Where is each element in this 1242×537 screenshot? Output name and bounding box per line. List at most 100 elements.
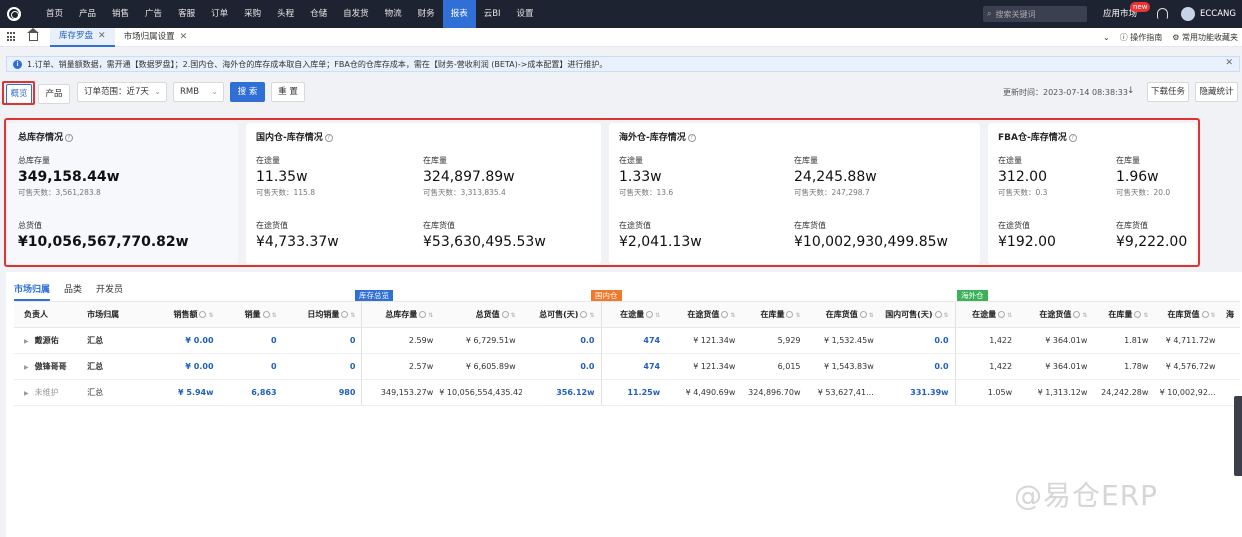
sort-icon[interactable]: ⇅ bbox=[511, 312, 516, 319]
sort-icon[interactable]: ⇅ bbox=[1082, 312, 1087, 319]
menu-item[interactable]: 产品 bbox=[71, 0, 104, 28]
tab-category[interactable]: 品类 bbox=[64, 282, 82, 301]
hide-stats-button[interactable]: 隐藏统计 bbox=[1195, 82, 1238, 102]
username[interactable]: ECCANG bbox=[1200, 0, 1236, 28]
help-icon[interactable] bbox=[262, 311, 270, 318]
support-headset-icon[interactable] bbox=[1157, 8, 1168, 19]
tab-market-settings[interactable]: 市场归属设置 ✕ bbox=[115, 28, 197, 47]
column-header[interactable]: 在库量 ⇅ bbox=[741, 301, 807, 328]
close-icon[interactable]: ✕ bbox=[98, 27, 106, 46]
column-header-label: 日均销量 bbox=[307, 310, 340, 319]
column-header[interactable]: 总库存量 ⇅ bbox=[361, 301, 440, 328]
product-tab-button[interactable]: 产品 bbox=[38, 84, 70, 104]
column-header[interactable]: 日均销量 ⇅ bbox=[282, 301, 362, 328]
menu-item[interactable]: 物流 bbox=[377, 0, 410, 28]
download-tasks-button[interactable]: 下载任务 bbox=[1147, 82, 1189, 102]
help-icon[interactable] bbox=[646, 311, 654, 318]
menu-item[interactable]: 销售 bbox=[104, 0, 137, 28]
sort-icon[interactable]: ⇅ bbox=[869, 312, 874, 319]
sort-icon[interactable]: ⇅ bbox=[730, 312, 735, 319]
menu-item[interactable]: 广告 bbox=[137, 0, 170, 28]
avatar[interactable] bbox=[1181, 7, 1195, 21]
table-row[interactable]: ▶ 未维护 汇总 ¥ 5.94w 6,863 980 349,153.27w ¥ 10,056… bbox=[14, 379, 1240, 406]
global-search-input[interactable]: ⌕ 搜索关键词 bbox=[983, 6, 1087, 22]
table-row[interactable]: ▶ 戴源佑 汇总 ¥ 0.00 0 0 2.59w ¥ 6,729.51w 0.0 474 ¥ 12… bbox=[14, 327, 1240, 354]
sort-icon[interactable]: ⇅ bbox=[795, 312, 800, 319]
menu-item[interactable]: 设置 bbox=[509, 0, 542, 28]
help-icon[interactable] bbox=[998, 311, 1006, 318]
column-header[interactable]: 销量 ⇅ bbox=[219, 301, 283, 328]
sort-icon[interactable]: ⇅ bbox=[1211, 312, 1216, 319]
help-icon[interactable] bbox=[580, 311, 588, 318]
column-header[interactable]: 国内可售(天) ⇅ bbox=[879, 301, 956, 328]
sort-icon[interactable]: ⇅ bbox=[428, 312, 433, 319]
table-cell: ¥ 6,729.51w bbox=[439, 327, 522, 354]
help-icon[interactable] bbox=[934, 311, 942, 318]
column-header[interactable]: 在库货值 ⇅ bbox=[1154, 301, 1222, 328]
download-arrow-icon[interactable]: ↓ bbox=[1127, 86, 1135, 96]
help-icon[interactable] bbox=[1134, 311, 1142, 318]
menu-item[interactable]: 财务 bbox=[410, 0, 443, 28]
table-row[interactable]: ▶ 傲锋哥哥 汇总 ¥ 0.00 0 0 2.57w ¥ 6,605.89w 0.0 474 ¥ 1… bbox=[14, 353, 1240, 380]
sort-icon[interactable]: ⇅ bbox=[944, 312, 949, 319]
close-icon[interactable]: ✕ bbox=[180, 28, 188, 47]
column-header[interactable]: 在库量 ⇅ bbox=[1093, 301, 1155, 328]
menu-item[interactable]: 报表 bbox=[442, 0, 476, 28]
menu-item[interactable]: 客服 bbox=[170, 0, 203, 28]
sort-icon[interactable]: ⇅ bbox=[1143, 312, 1148, 319]
column-header[interactable]: 在途量 ⇅ bbox=[600, 301, 667, 328]
column-header-label: 总可售(天) bbox=[539, 310, 579, 319]
expand-caret-icon[interactable]: ▶ bbox=[24, 364, 29, 371]
help-icon[interactable] bbox=[859, 311, 867, 318]
menu-item[interactable]: 云BI bbox=[476, 0, 509, 28]
help-icon[interactable] bbox=[1201, 311, 1209, 318]
sort-icon[interactable]: ⇅ bbox=[589, 312, 594, 319]
help-icon[interactable] bbox=[501, 311, 509, 318]
menu-item[interactable]: 头程 bbox=[269, 0, 302, 28]
favorites-link[interactable]: ⚙ 常用功能收藏夹 bbox=[1172, 32, 1238, 43]
column-header[interactable]: 市场归属 bbox=[77, 301, 149, 328]
app-logo[interactable] bbox=[0, 0, 28, 28]
sort-icon[interactable]: ⇅ bbox=[655, 312, 660, 319]
expand-caret-icon[interactable]: ▶ bbox=[24, 338, 29, 345]
column-header[interactable]: 负责人 bbox=[14, 301, 78, 328]
column-header[interactable]: 在途货值 ⇅ bbox=[666, 301, 742, 328]
close-icon[interactable]: ✕ bbox=[1225, 58, 1233, 68]
help-icon[interactable] bbox=[1073, 311, 1081, 318]
menu-item[interactable]: 首页 bbox=[38, 0, 71, 28]
side-toolbar[interactable] bbox=[1234, 396, 1242, 476]
chevron-down-icon[interactable]: ⌄ bbox=[1103, 33, 1110, 42]
column-header[interactable]: 海 bbox=[1221, 301, 1240, 328]
order-range-select[interactable]: 订单范围：近7天 ⌄ bbox=[77, 82, 167, 102]
help-icon[interactable] bbox=[199, 311, 207, 318]
column-header[interactable]: 在途量 ⇅ bbox=[954, 301, 1019, 328]
help-icon[interactable] bbox=[341, 311, 349, 318]
help-icon[interactable] bbox=[721, 311, 729, 318]
main-menu: 首页 产品 销售 广告 客服 订单 采购 头程 仓储 自发货 物流 财务 报表 云BI 设置 bbox=[38, 0, 542, 28]
menu-item[interactable]: 采购 bbox=[236, 0, 269, 28]
tab-developer[interactable]: 开发员 bbox=[96, 282, 123, 301]
menu-item[interactable]: 自发货 bbox=[335, 0, 377, 28]
home-icon[interactable] bbox=[27, 28, 39, 41]
help-icon[interactable] bbox=[419, 311, 427, 318]
column-header[interactable]: 总可售(天) ⇅ bbox=[521, 301, 601, 328]
menu-item[interactable]: 仓储 bbox=[302, 0, 335, 28]
column-header[interactable]: 销售额 ⇅ bbox=[148, 301, 220, 328]
tab-market[interactable]: 市场归属 bbox=[14, 282, 51, 301]
expand-caret-icon[interactable]: ▶ bbox=[24, 390, 29, 397]
sort-icon[interactable]: ⇅ bbox=[350, 312, 355, 319]
column-header[interactable]: 在途货值 ⇅ bbox=[1018, 301, 1094, 328]
column-header[interactable]: 在库货值 ⇅ bbox=[806, 301, 880, 328]
column-header[interactable]: 总货值 ⇅ bbox=[439, 301, 522, 328]
reset-button[interactable]: 重 置 bbox=[271, 82, 305, 102]
sort-icon[interactable]: ⇅ bbox=[208, 312, 213, 319]
tab-inventory-compass[interactable]: 库存罗盘 ✕ bbox=[50, 27, 115, 47]
search-button[interactable]: 搜 索 bbox=[230, 82, 265, 102]
guide-link[interactable]: ⓘ 操作指南 bbox=[1120, 32, 1163, 43]
sort-icon[interactable]: ⇅ bbox=[1007, 312, 1012, 319]
help-icon[interactable] bbox=[786, 311, 794, 318]
currency-select[interactable]: RMB ⌄ bbox=[173, 82, 224, 102]
menu-item[interactable]: 订单 bbox=[203, 0, 236, 28]
sort-icon[interactable]: ⇅ bbox=[272, 312, 277, 319]
apps-grid-icon[interactable] bbox=[7, 32, 17, 42]
